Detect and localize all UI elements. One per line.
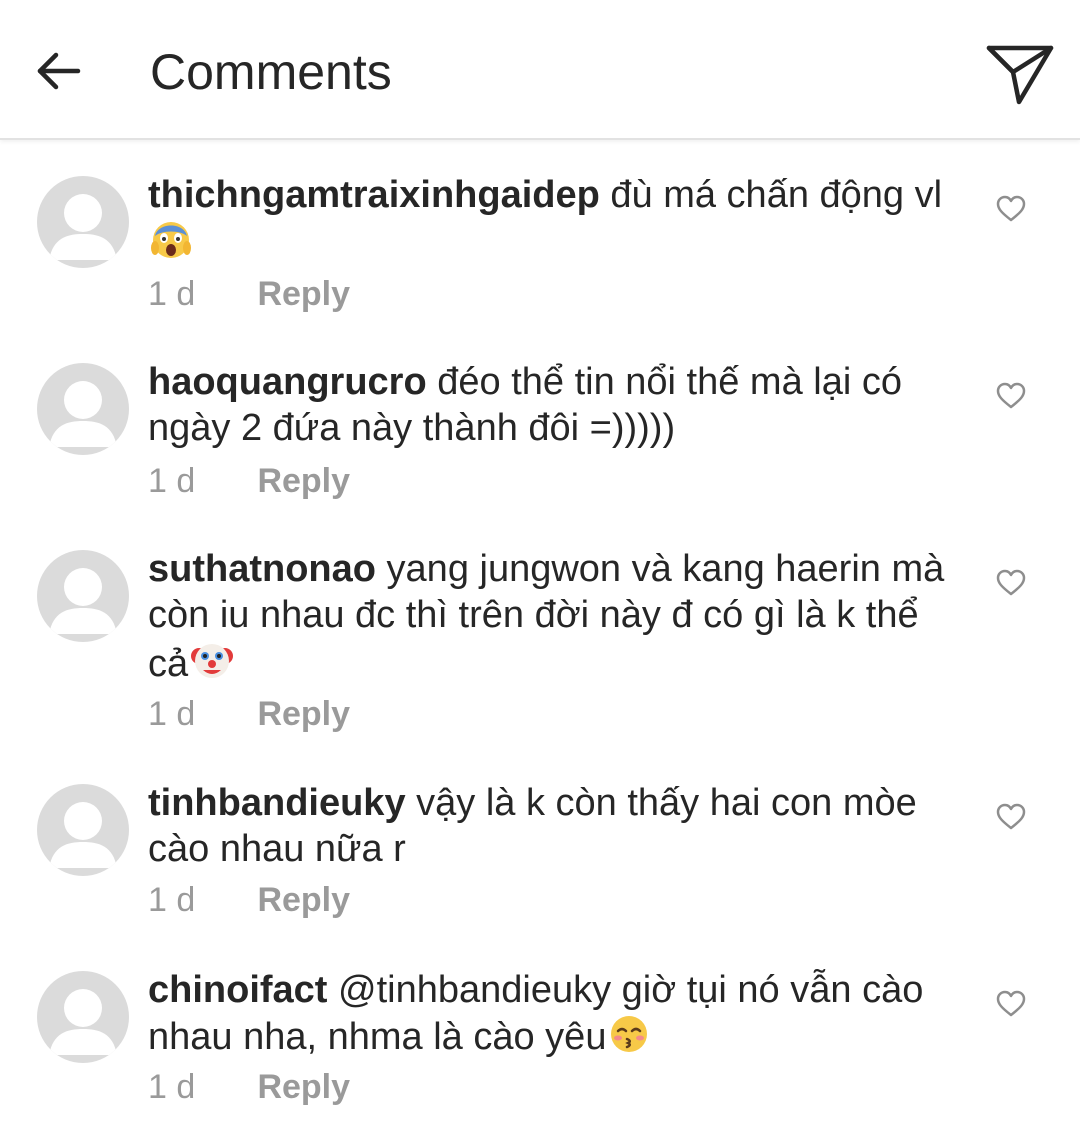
like-button[interactable] bbox=[990, 375, 1032, 417]
heart-icon bbox=[996, 569, 1026, 596]
comment-text: đù má chấn động vl bbox=[610, 174, 943, 216]
comment-username[interactable]: suthatnonao bbox=[148, 548, 376, 590]
back-button[interactable] bbox=[28, 36, 88, 106]
comment-meta: 1 d Reply bbox=[148, 1067, 350, 1107]
back-arrow-icon bbox=[37, 52, 81, 90]
comment-username[interactable]: thichngamtraixinhgaidep bbox=[148, 174, 600, 216]
heart-icon bbox=[996, 382, 1026, 409]
direct-send-icon bbox=[986, 45, 1054, 105]
avatar[interactable] bbox=[37, 971, 129, 1063]
reply-button[interactable]: Reply bbox=[257, 274, 350, 314]
comment-body: haoquangrucro đéo thể tin nổi thế mà lại… bbox=[148, 359, 948, 451]
direct-share-button[interactable] bbox=[980, 38, 1060, 110]
app-header: Comments bbox=[0, 0, 1080, 140]
comment-meta: 1 d Reply bbox=[148, 461, 350, 501]
comment-body: suthatnonao yang jungwon và kang haerin … bbox=[148, 546, 948, 693]
kissing-face-emoji bbox=[608, 1013, 650, 1066]
comment-body: chinoifact @tinhbandieuky giờ tụi nó vẫn… bbox=[148, 967, 948, 1066]
reply-button[interactable]: Reply bbox=[257, 880, 350, 920]
comment-username[interactable]: tinhbandieuky bbox=[148, 782, 406, 824]
comment-meta: 1 d Reply bbox=[148, 274, 350, 314]
avatar[interactable] bbox=[37, 176, 129, 268]
comment-time: 1 d bbox=[148, 881, 196, 919]
heart-icon bbox=[996, 990, 1026, 1017]
default-avatar-icon bbox=[49, 381, 117, 447]
clown-face-emoji bbox=[190, 638, 234, 693]
like-button[interactable] bbox=[990, 562, 1032, 604]
avatar[interactable] bbox=[37, 550, 129, 642]
reply-button[interactable]: Reply bbox=[257, 694, 350, 734]
heart-icon bbox=[996, 803, 1026, 830]
comment-meta: 1 d Reply bbox=[148, 880, 350, 920]
page-title: Comments bbox=[150, 44, 392, 100]
default-avatar-icon bbox=[49, 989, 117, 1055]
default-avatar-icon bbox=[49, 194, 117, 260]
heart-icon bbox=[996, 195, 1026, 222]
default-avatar-icon bbox=[49, 568, 117, 634]
comment-time: 1 d bbox=[148, 695, 196, 733]
comment-body: thichngamtraixinhgaidep đù má chấn động … bbox=[148, 172, 948, 271]
comment-username[interactable]: chinoifact bbox=[148, 969, 327, 1011]
like-button[interactable] bbox=[990, 983, 1032, 1025]
comment-time: 1 d bbox=[148, 462, 196, 500]
screaming-face-emoji bbox=[150, 218, 192, 271]
comment-meta: 1 d Reply bbox=[148, 694, 350, 734]
comment-username[interactable]: haoquangrucro bbox=[148, 361, 427, 403]
reply-button[interactable]: Reply bbox=[257, 461, 350, 501]
comment-time: 1 d bbox=[148, 1068, 196, 1106]
like-button[interactable] bbox=[990, 188, 1032, 230]
comment-body: tinhbandieuky vậy là k còn thấy hai con … bbox=[148, 780, 948, 872]
default-avatar-icon bbox=[49, 802, 117, 868]
reply-button[interactable]: Reply bbox=[257, 1067, 350, 1107]
like-button[interactable] bbox=[990, 796, 1032, 838]
avatar[interactable] bbox=[37, 784, 129, 876]
avatar[interactable] bbox=[37, 363, 129, 455]
comment-time: 1 d bbox=[148, 275, 196, 313]
